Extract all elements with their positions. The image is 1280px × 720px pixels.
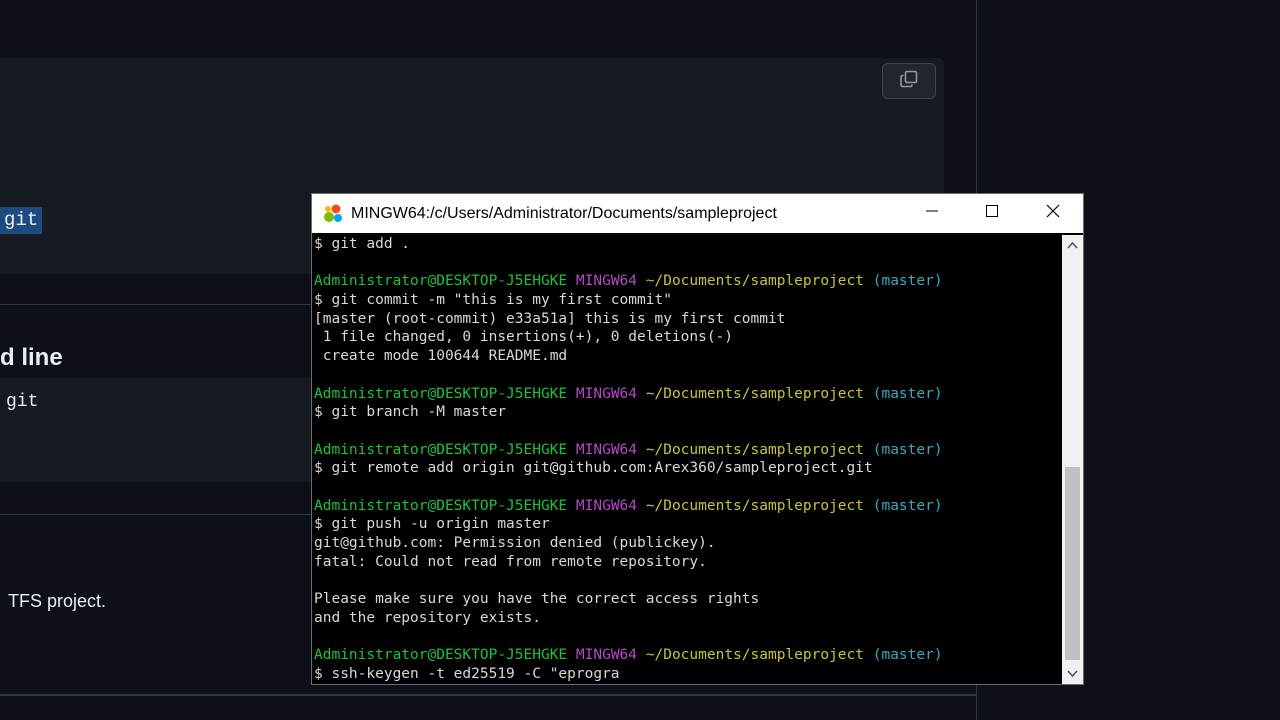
section-heading: d line — [0, 344, 63, 371]
close-button[interactable] — [1023, 194, 1083, 233]
prompt-user-host: Administrator@DESKTOP-J5EHGKE — [314, 273, 568, 290]
terminal-command-line: $ git commit -m "this is my first commit… — [314, 292, 672, 309]
paragraph-text: TFS project. — [8, 591, 107, 611]
prompt-path: ~/Documents/sampleproject — [645, 497, 864, 514]
vertical-scrollbar[interactable] — [1062, 235, 1083, 684]
prompt-branch: (master) — [872, 441, 943, 458]
window-title: MINGW64:/c/Users/Administrator/Documents… — [351, 205, 777, 222]
scroll-up-button[interactable] — [1062, 235, 1083, 255]
prompt-system: MINGW64 — [575, 385, 638, 402]
git-app-icon — [322, 203, 344, 225]
chevron-up-icon — [1067, 236, 1078, 254]
terminal-output-line: and the repository exists. — [314, 609, 541, 626]
minimize-icon — [925, 204, 939, 223]
terminal-output-line: fatal: Could not read from remote reposi… — [314, 553, 707, 570]
scrollbar-thumb[interactable] — [1065, 467, 1080, 660]
terminal-command-line: $ git add . — [314, 236, 411, 252]
copy-icon — [899, 69, 919, 94]
terminal-output-line: 1 file changed, 0 insertions(+), 0 delet… — [314, 329, 734, 346]
terminal-prompt-line: Administrator@DESKTOP-J5EHGKE MINGW64 ~/… — [314, 646, 1059, 665]
terminal-output-line: git@github.com: Permission denied (publi… — [314, 535, 716, 551]
prompt-system: MINGW64 — [575, 647, 638, 664]
terminal-output[interactable]: $ git add . Administrator@DESKTOP-J5EHGKE… — [314, 235, 1059, 684]
terminal-output-line: create mode 100644 README.md — [314, 348, 568, 365]
title-bar[interactable]: MINGW64:/c/Users/Administrator/Documents… — [312, 194, 1083, 233]
terminal-prompt-line: Administrator@DESKTOP-J5EHGKE MINGW64 ~/… — [314, 272, 1059, 291]
prompt-branch: (master) — [872, 497, 943, 514]
copy-button[interactable] — [882, 63, 936, 99]
terminal-output-line: [master (root-commit) e33a51a] this is m… — [314, 310, 786, 327]
prompt-path: ~/Documents/sampleproject — [645, 273, 864, 290]
prompt-path: ~/Documents/sampleproject — [645, 647, 864, 664]
prompt-branch: (master) — [872, 385, 943, 402]
prompt-user-host: Administrator@DESKTOP-J5EHGKE — [314, 441, 568, 458]
close-icon — [1046, 204, 1060, 223]
terminal-command-line: $ git push -u origin master — [314, 516, 550, 533]
terminal-prompt-line: Administrator@DESKTOP-J5EHGKE MINGW64 ~/… — [314, 441, 1059, 460]
prompt-user-host: Administrator@DESKTOP-J5EHGKE — [314, 385, 568, 402]
prompt-user-host: Administrator@DESKTOP-J5EHGKE — [314, 497, 568, 514]
maximize-button[interactable] — [962, 194, 1022, 233]
prompt-user-host: Administrator@DESKTOP-J5EHGKE — [314, 647, 568, 664]
prompt-branch: (master) — [872, 647, 943, 664]
prompt-branch: (master) — [872, 273, 943, 290]
terminal-prompt-line: Administrator@DESKTOP-J5EHGKE MINGW64 ~/… — [314, 385, 1059, 404]
terminal-command-line: $ ssh-keygen -t ed25519 -C "eprogra — [314, 665, 620, 682]
minimize-button[interactable] — [902, 194, 962, 233]
scroll-down-button[interactable] — [1062, 664, 1083, 684]
box-border — [0, 694, 976, 696]
prompt-path: ~/Documents/sampleproject — [645, 441, 864, 458]
terminal-window[interactable]: MINGW64:/c/Users/Administrator/Documents… — [311, 193, 1084, 685]
selected-code-text: git — [0, 207, 43, 234]
prompt-path: ~/Documents/sampleproject — [645, 385, 864, 402]
chevron-down-icon — [1067, 665, 1078, 683]
prompt-system: MINGW64 — [575, 441, 638, 458]
terminal-command-line: $ git branch -M master — [314, 404, 507, 421]
terminal-command-line: $ git remote add origin git@github.com:A… — [314, 460, 873, 477]
prompt-system: MINGW64 — [575, 497, 638, 514]
prompt-system: MINGW64 — [575, 273, 638, 290]
terminal-prompt-line: Administrator@DESKTOP-J5EHGKE MINGW64 ~/… — [314, 497, 1059, 516]
maximize-icon — [985, 204, 999, 223]
terminal-output-line: Please make sure you have the correct ac… — [314, 591, 760, 608]
code-text: git — [6, 392, 39, 412]
